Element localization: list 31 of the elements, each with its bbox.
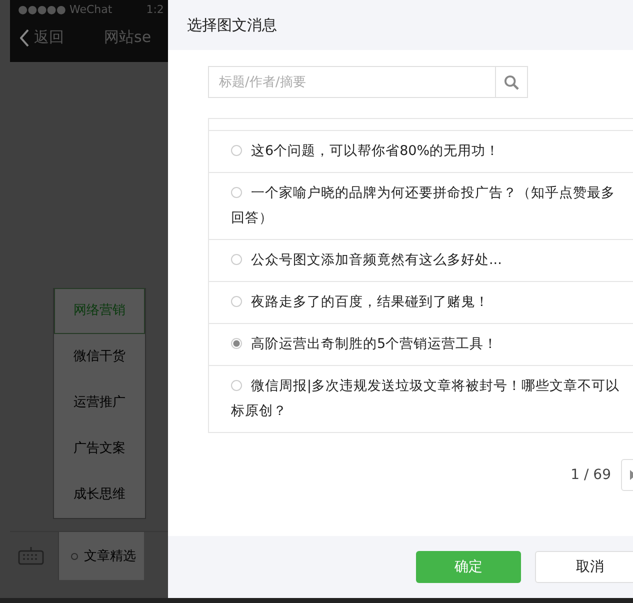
confirm-button[interactable]: 确定: [416, 551, 521, 583]
back-chevron-icon[interactable]: [20, 28, 30, 46]
carrier-text: ●●●●● WeChat: [18, 3, 112, 16]
keyboard-icon[interactable]: [18, 546, 44, 566]
menu-item[interactable]: 广告文案: [54, 426, 145, 472]
article-row[interactable]: 高阶运营出奇制胜的5个营销运营工具！: [209, 324, 633, 366]
radio-button[interactable]: [231, 254, 242, 265]
search-button[interactable]: [496, 66, 528, 98]
back-link[interactable]: 返回: [20, 28, 64, 47]
radio-button[interactable]: [231, 296, 242, 307]
menu-item[interactable]: 微信干货: [54, 334, 145, 380]
search-field[interactable]: 标题/作者/摘要: [208, 66, 496, 98]
article-row[interactable]: 夜路走多了的百度，结果碰到了赌鬼！: [209, 282, 633, 324]
radio-button[interactable]: [231, 187, 242, 198]
nav-title: 网站se: [104, 28, 152, 47]
page-indicator: 1 / 69: [570, 467, 611, 483]
article-row[interactable]: 一个家喻户晓的品牌为何还要拼命投广告？（知乎点赞最多回答）: [209, 173, 633, 240]
radio-button[interactable]: [231, 145, 242, 156]
status-time: 1:2: [146, 3, 164, 16]
radio-button[interactable]: [231, 380, 242, 391]
menu-item[interactable]: 成长思维: [54, 472, 145, 518]
article-row[interactable]: 这6个问题，可以帮你省80%的无用功！: [209, 131, 633, 173]
menu-item[interactable]: 运营推广: [54, 380, 145, 426]
article-row[interactable]: 公众号图文添加音频竟然有这么多好处...: [209, 240, 633, 282]
dialog-title: 选择图文消息: [187, 16, 277, 34]
article-row[interactable]: 微信周报|多次违规发送垃圾文章将被封号！哪些文章不可以标原创？: [209, 366, 633, 433]
menu-item[interactable]: 网络营销: [54, 288, 145, 334]
search-icon: [504, 74, 519, 90]
bottom-tab[interactable]: 文章精选: [58, 532, 144, 580]
radio-button[interactable]: [231, 338, 242, 349]
cancel-button[interactable]: 取消: [535, 551, 633, 583]
